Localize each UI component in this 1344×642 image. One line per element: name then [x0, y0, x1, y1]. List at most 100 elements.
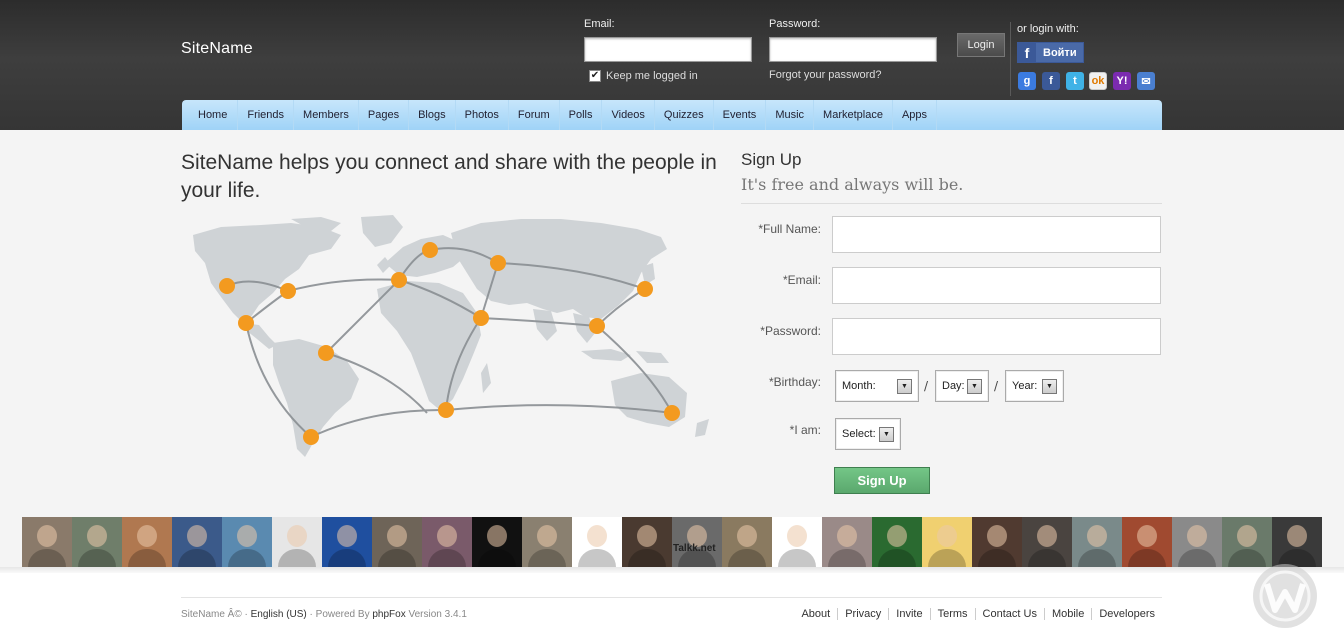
- nav-item-events[interactable]: Events: [714, 100, 767, 130]
- member-avatar[interactable]: [772, 517, 822, 567]
- signup-button[interactable]: Sign Up: [834, 467, 930, 494]
- birthday-label: *Birthday:: [768, 375, 821, 389]
- main-nav: Home Friends Members Pages Blogs Photos …: [182, 100, 1162, 130]
- member-avatar[interactable]: [1072, 517, 1122, 567]
- login-password-input[interactable]: [769, 37, 937, 62]
- member-avatar[interactable]: [972, 517, 1022, 567]
- nav-item-home[interactable]: Home: [188, 100, 239, 130]
- member-avatar[interactable]: [322, 517, 372, 567]
- login-button[interactable]: Login: [957, 33, 1005, 57]
- full-name-label: *Full Name:: [758, 222, 821, 236]
- member-avatar[interactable]: Talkk.net: [672, 517, 722, 567]
- avatar-shoulders: [478, 549, 516, 567]
- password-label: *Password:: [760, 324, 821, 338]
- footer-links: About Privacy Invite Terms Contact Us Mo…: [794, 608, 1162, 620]
- signup-password-input[interactable]: [832, 318, 1161, 355]
- site-logo[interactable]: SiteName: [181, 40, 253, 58]
- footer-link-privacy[interactable]: Privacy: [837, 608, 888, 620]
- login-email-input[interactable]: [584, 37, 752, 62]
- member-avatar[interactable]: [1272, 517, 1322, 567]
- member-avatar[interactable]: [722, 517, 772, 567]
- nav-item-quizzes[interactable]: Quizzes: [655, 100, 714, 130]
- nav-item-polls[interactable]: Polls: [560, 100, 603, 130]
- member-avatar[interactable]: [522, 517, 572, 567]
- member-avatar[interactable]: [1122, 517, 1172, 567]
- avatar-shoulders: [278, 549, 316, 567]
- member-avatar[interactable]: [622, 517, 672, 567]
- keep-logged-in[interactable]: ✔ Keep me logged in: [589, 70, 698, 82]
- avatar-shoulders: [78, 549, 116, 567]
- nav-item-videos[interactable]: Videos: [602, 100, 655, 130]
- avatar-shoulders: [328, 549, 366, 567]
- gender-select-value: Select:: [842, 428, 876, 440]
- avatar-shoulders: [528, 549, 566, 567]
- member-avatar[interactable]: [22, 517, 72, 567]
- signup-email-input[interactable]: [832, 267, 1161, 304]
- copyright-text: SiteName Â© ·: [181, 609, 248, 620]
- footer-link-contact[interactable]: Contact Us: [974, 608, 1044, 620]
- member-avatar[interactable]: [1022, 517, 1072, 567]
- avatar-silhouette: [137, 525, 157, 547]
- member-avatar[interactable]: [872, 517, 922, 567]
- date-separator: /: [924, 379, 929, 393]
- avatar-silhouette: [337, 525, 357, 547]
- powered-by-text: · Powered By: [309, 609, 370, 620]
- facebook-icon[interactable]: f: [1042, 72, 1060, 90]
- nav-item-forum[interactable]: Forum: [509, 100, 560, 130]
- member-avatar[interactable]: [222, 517, 272, 567]
- nav-item-friends[interactable]: Friends: [238, 100, 295, 130]
- birthday-month-select[interactable]: Month: ▼: [835, 370, 919, 402]
- windows-live-icon[interactable]: ✉: [1137, 72, 1155, 90]
- twitter-icon[interactable]: t: [1066, 72, 1084, 90]
- nav-item-pages[interactable]: Pages: [359, 100, 410, 130]
- avatar-silhouette: [987, 525, 1007, 547]
- member-avatar[interactable]: [1222, 517, 1272, 567]
- member-avatar[interactable]: [822, 517, 872, 567]
- nav-item-photos[interactable]: Photos: [456, 100, 509, 130]
- nav-item-apps[interactable]: Apps: [893, 100, 938, 130]
- nav-item-members[interactable]: Members: [294, 100, 359, 130]
- nav-item-blogs[interactable]: Blogs: [409, 100, 456, 130]
- footer-link-mobile[interactable]: Mobile: [1043, 608, 1091, 620]
- full-name-input[interactable]: [832, 216, 1161, 253]
- birthday-day-select[interactable]: Day: ▼: [935, 370, 989, 402]
- gender-select[interactable]: Select: ▼: [835, 418, 901, 450]
- footer-link-developers[interactable]: Developers: [1091, 608, 1162, 620]
- avatar-silhouette: [837, 525, 857, 547]
- phpfox-link[interactable]: phpFox: [372, 609, 405, 620]
- avatar-shoulders: [1178, 549, 1216, 567]
- member-avatar[interactable]: [72, 517, 122, 567]
- tagline: SiteName helps you connect and share wit…: [181, 151, 717, 202]
- avatar-silhouette: [1287, 525, 1307, 547]
- yahoo-icon[interactable]: Y!: [1113, 72, 1131, 90]
- member-avatar[interactable]: [472, 517, 522, 567]
- birthday-year-select[interactable]: Year: ▼: [1005, 370, 1064, 402]
- footer-link-about[interactable]: About: [794, 608, 837, 620]
- member-avatar[interactable]: [172, 517, 222, 567]
- member-avatar[interactable]: [122, 517, 172, 567]
- member-avatar[interactable]: [572, 517, 622, 567]
- forgot-password-link[interactable]: Forgot your password?: [769, 69, 882, 81]
- member-avatar[interactable]: [372, 517, 422, 567]
- month-select-value: Month:: [842, 380, 876, 392]
- language-link[interactable]: English (US): [251, 609, 307, 620]
- facebook-icon: f: [1018, 43, 1036, 62]
- member-avatar[interactable]: [422, 517, 472, 567]
- member-avatar[interactable]: [922, 517, 972, 567]
- keep-logged-in-checkbox[interactable]: ✔: [589, 70, 601, 82]
- member-avatar[interactable]: [272, 517, 322, 567]
- avatar-silhouette: [937, 525, 957, 547]
- avatar-silhouette: [637, 525, 657, 547]
- nav-item-music[interactable]: Music: [766, 100, 815, 130]
- google-icon[interactable]: g: [1018, 72, 1036, 90]
- odnoklassniki-icon[interactable]: ok: [1089, 72, 1107, 90]
- day-select-value: Day:: [942, 380, 965, 392]
- footer-link-terms[interactable]: Terms: [929, 608, 975, 620]
- member-avatar[interactable]: [1172, 517, 1222, 567]
- avatar-shoulders: [878, 549, 916, 567]
- nav-item-marketplace[interactable]: Marketplace: [814, 100, 893, 130]
- facebook-login-button[interactable]: f Войти: [1017, 42, 1084, 63]
- avatar-shoulders: [628, 549, 666, 567]
- avatar-silhouette: [1087, 525, 1107, 547]
- footer-link-invite[interactable]: Invite: [888, 608, 929, 620]
